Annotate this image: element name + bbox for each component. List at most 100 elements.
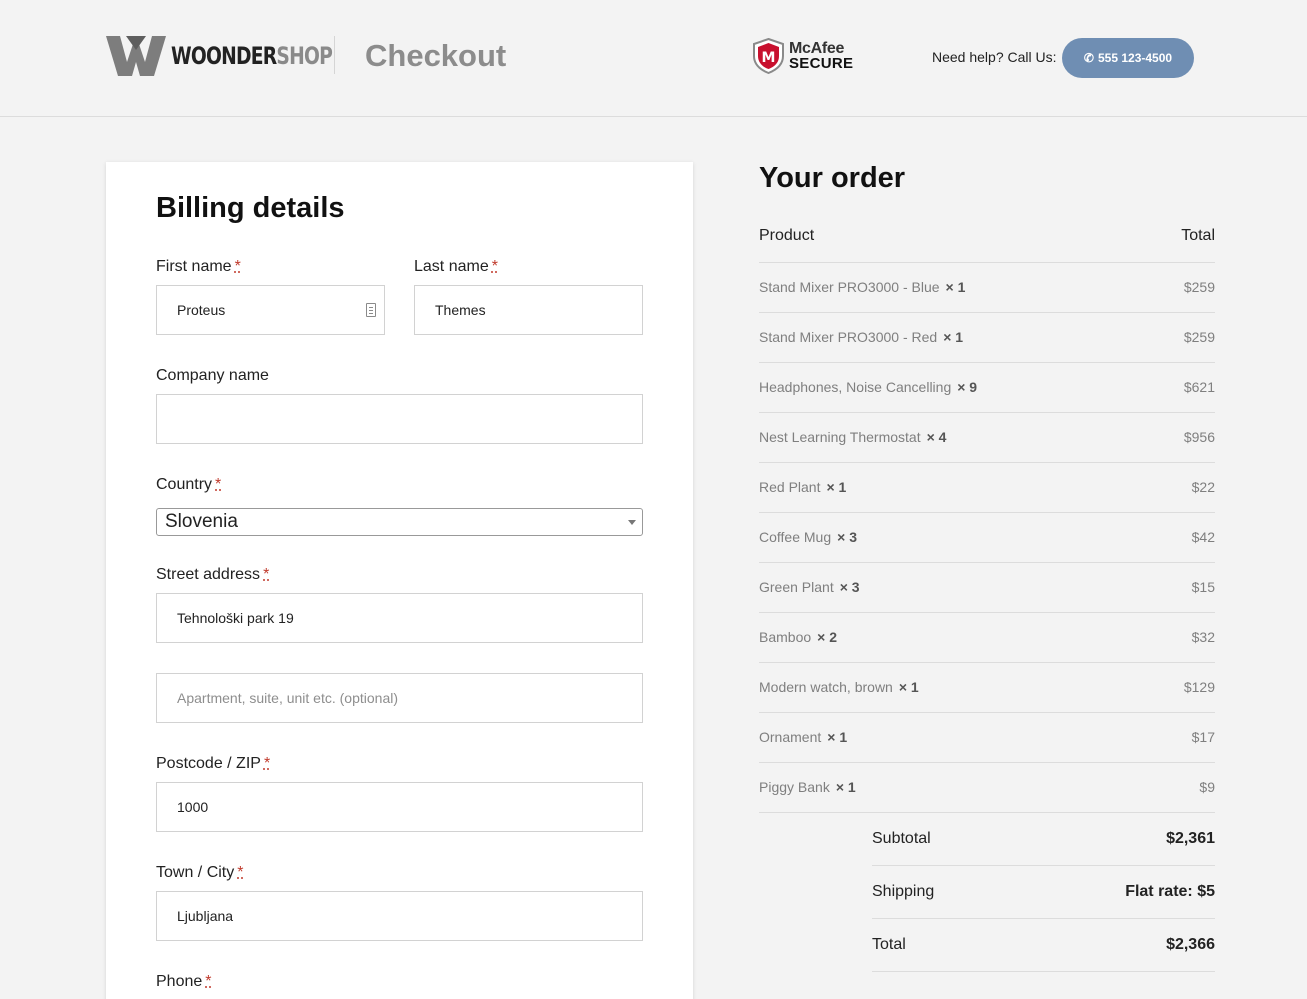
street-address-field[interactable]: Tehnološki park 19	[156, 593, 643, 643]
shipping-label: Shipping	[872, 883, 935, 900]
order-item-row: Red Plant × 1 $22	[759, 463, 1215, 513]
company-label: Company name	[156, 367, 269, 384]
shipping-row: Shipping Flat rate: $5	[872, 866, 1215, 919]
column-total: Total	[1181, 227, 1215, 244]
required-mark: *	[263, 566, 270, 583]
brand-logo[interactable]: WOONDERSHOP	[106, 36, 378, 76]
postcode-label: Postcode / ZIP *	[156, 755, 270, 773]
city-label-text: Town / City	[156, 864, 235, 881]
order-item-row: Stand Mixer PRO3000 - Red × 1 $259	[759, 313, 1215, 363]
order-item-product: Stand Mixer PRO3000 - Red × 1	[759, 329, 963, 345]
total-value: $2,366	[1166, 936, 1215, 953]
column-product: Product	[759, 227, 815, 244]
order-item-product: Modern watch, brown × 1	[759, 679, 919, 695]
order-item-qty: × 1	[826, 479, 847, 495]
required-mark: *	[263, 755, 271, 772]
order-item-name: Piggy Bank	[759, 779, 830, 795]
phone-label-text: Phone	[156, 973, 203, 990]
billing-title: Billing details	[156, 192, 345, 224]
order-item-total: $17	[1191, 729, 1215, 745]
apartment-placeholder: Apartment, suite, unit etc. (optional)	[177, 690, 398, 706]
order-item-product: Red Plant × 1	[759, 479, 846, 495]
required-mark: *	[234, 258, 241, 275]
order-item-qty: × 4	[926, 429, 947, 445]
first-name-field[interactable]: Proteus	[156, 285, 385, 335]
company-field[interactable]	[156, 394, 643, 444]
security-badge[interactable]: M McAfee SECURE	[752, 38, 853, 74]
country-select[interactable]: Slovenia	[156, 508, 643, 536]
phone-icon: ✆	[1083, 51, 1094, 65]
order-item-product: Headphones, Noise Cancelling × 9	[759, 379, 977, 395]
order-item-total: $9	[1199, 779, 1215, 795]
subtotal-label: Subtotal	[872, 830, 931, 847]
total-label: Total	[872, 936, 906, 953]
street-label-text: Street address	[156, 566, 261, 583]
order-item-product: Coffee Mug × 3	[759, 529, 857, 545]
order-item-total: $129	[1183, 679, 1215, 695]
order-item-name: Red Plant	[759, 479, 821, 495]
order-item-row: Stand Mixer PRO3000 - Blue × 1 $259	[759, 263, 1215, 313]
order-item-product: Bamboo × 2	[759, 629, 837, 645]
security-badge-text: McAfee SECURE	[789, 41, 853, 72]
last-name-field[interactable]: Themes	[414, 285, 643, 335]
shield-icon: M	[753, 38, 784, 74]
country-label-text: Country	[156, 476, 213, 493]
chevron-down-icon	[628, 520, 636, 525]
order-item-total: $259	[1183, 329, 1215, 345]
order-item-product: Nest Learning Thermostat × 4	[759, 429, 946, 445]
order-item-qty: × 1	[835, 779, 856, 795]
order-item-name: Nest Learning Thermostat	[759, 429, 921, 445]
contact-card-icon[interactable]	[366, 303, 376, 317]
street-value: Tehnološki park 19	[177, 610, 294, 626]
city-label: Town / City *	[156, 864, 243, 882]
last-name-label: Last name *	[414, 258, 498, 276]
order-item-name: Bamboo	[759, 629, 812, 645]
billing-form: Billing details First name * Proteus Last…	[106, 162, 693, 999]
order-item-qty: × 1	[827, 729, 848, 745]
logo-w-icon	[106, 36, 166, 76]
required-mark: *	[205, 973, 212, 990]
order-item-row: Coffee Mug × 3 $42	[759, 513, 1215, 563]
apartment-field[interactable]: Apartment, suite, unit etc. (optional)	[156, 673, 643, 723]
svg-text:M: M	[762, 50, 776, 66]
order-item-qty: × 3	[837, 529, 857, 545]
postcode-label-text: Postcode / ZIP	[156, 755, 261, 772]
order-item-product: Ornament × 1	[759, 729, 847, 745]
brand-primary: WOONDER	[171, 42, 277, 70]
postcode-value: 1000	[177, 799, 209, 815]
brand-secondary: SHOP	[276, 42, 333, 70]
order-item-total: $259	[1183, 279, 1215, 295]
postcode-field[interactable]: 1000	[156, 782, 643, 832]
order-item-name: Coffee Mug	[759, 529, 832, 545]
order-item-qty: × 2	[817, 629, 838, 645]
order-item-qty: × 1	[945, 279, 966, 295]
phone-label: Phone *	[156, 973, 212, 991]
phone-number: 555 123-4500	[1097, 51, 1173, 65]
order-item-row: Nest Learning Thermostat × 4 $956	[759, 413, 1215, 463]
order-item-row: Bamboo × 2 $32	[759, 613, 1215, 663]
last-name-value: Themes	[435, 302, 486, 318]
help-text: Need help? Call Us:	[932, 49, 1057, 65]
order-item-row: Ornament × 1 $17	[759, 713, 1215, 763]
city-field[interactable]: Ljubljana	[156, 891, 643, 941]
order-item-qty: × 9	[957, 379, 978, 395]
order-item-row: Modern watch, brown × 1 $129	[759, 663, 1215, 713]
order-item-total: $956	[1183, 429, 1215, 445]
first-name-label-text: First name	[156, 258, 232, 275]
order-item-product: Stand Mixer PRO3000 - Blue × 1	[759, 279, 965, 295]
order-item-row: Headphones, Noise Cancelling × 9 $621	[759, 363, 1215, 413]
order-item-row: Green Plant × 3 $15	[759, 563, 1215, 613]
page-title: Checkout	[365, 38, 507, 73]
order-item-name: Ornament	[759, 729, 822, 745]
city-value: Ljubljana	[177, 908, 234, 924]
total-row: Total $2,366	[872, 919, 1215, 972]
call-phone-button[interactable]: ✆ 555 123-4500	[1062, 38, 1194, 78]
order-title: Your order	[759, 162, 906, 194]
order-item-qty: × 3	[839, 579, 860, 595]
header-divider	[334, 36, 335, 74]
order-item-name: Stand Mixer PRO3000 - Red	[759, 329, 938, 345]
order-item-name: Headphones, Noise Cancelling	[759, 379, 952, 395]
order-item-qty: × 1	[943, 329, 964, 345]
order-item-qty: × 1	[898, 679, 919, 695]
site-header: WOONDERSHOP Checkout M McAfee SECURE Nee…	[0, 0, 1307, 117]
